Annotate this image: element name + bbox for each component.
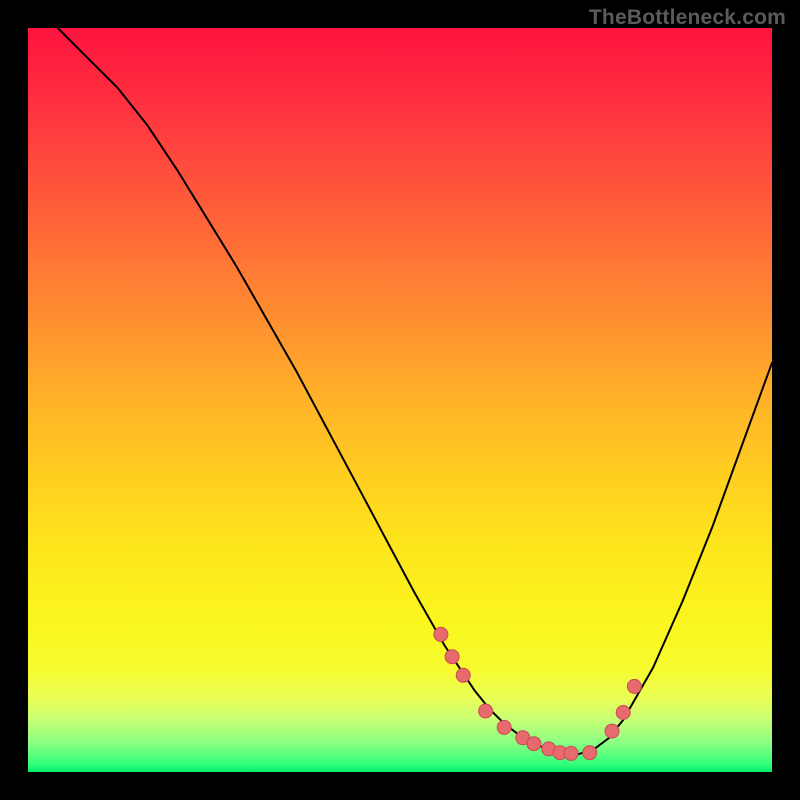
data-marker <box>497 720 511 734</box>
data-marker <box>564 746 578 760</box>
bottleneck-curve <box>58 28 772 754</box>
data-marker <box>605 724 619 738</box>
data-marker <box>479 704 493 718</box>
data-marker <box>616 706 630 720</box>
data-marker <box>627 679 641 693</box>
marker-group <box>434 627 642 760</box>
data-marker <box>434 627 448 641</box>
data-marker <box>583 746 597 760</box>
data-marker <box>527 737 541 751</box>
plot-svg <box>0 0 800 800</box>
data-marker <box>445 650 459 664</box>
data-marker <box>456 668 470 682</box>
